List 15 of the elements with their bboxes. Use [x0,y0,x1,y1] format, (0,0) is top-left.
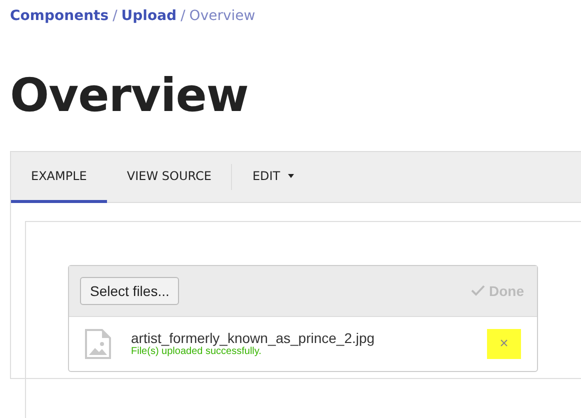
breadcrumb-link[interactable]: Components [10,8,109,24]
tab[interactable]: VIEW SOURCE [106,152,232,203]
menu-tab[interactable]: EDIT [232,152,314,203]
breadcrumb-separator: / [112,8,118,24]
upload-status: File(s) uploaded successfully. [131,346,262,358]
caret-icon [288,174,294,178]
breadcrumb-link[interactable]: Upload [121,8,177,24]
page-heading: Overview [10,70,250,121]
file-name: artist_formerly_known_as_prince_2.jpg [131,330,376,346]
select-files-button[interactable]: Select files... [80,276,180,305]
image-file-icon [85,328,111,359]
breadcrumb-current: Overview [189,8,256,24]
breadcrumb-separator: / [180,8,186,24]
check-icon [471,285,485,296]
tab[interactable]: EXAMPLE [11,152,107,203]
